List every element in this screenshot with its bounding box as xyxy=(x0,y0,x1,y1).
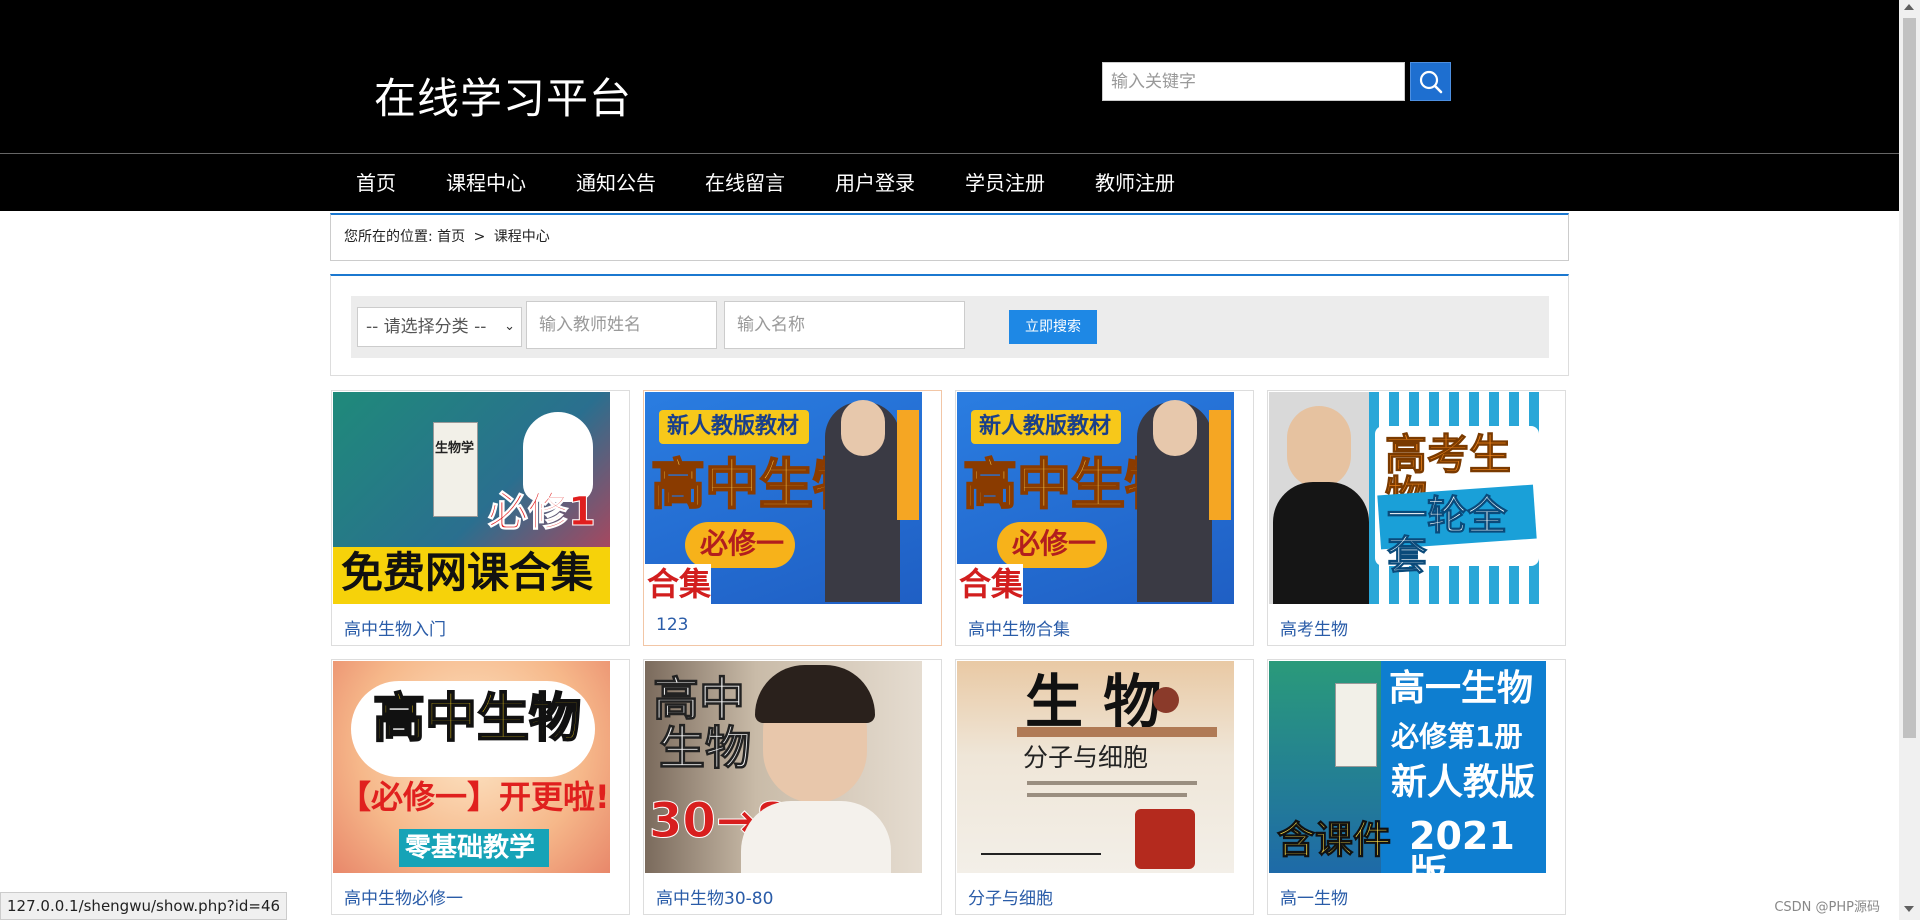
course-thumbnail: 新人教版教材 高中生物 必修一 合集 xyxy=(957,392,1234,604)
status-bar-url: 127.0.0.1/shengwu/show.php?id=46 xyxy=(0,892,288,920)
thumb-text: 必修一 xyxy=(700,527,785,560)
filter-bar: -- 请选择分类 -- ⌄ 立即搜索 xyxy=(351,296,1549,358)
thumb-text: 新人教版教材 xyxy=(979,414,1112,439)
thumb-text: 高中生物 xyxy=(372,689,582,749)
thumb-text: 新人教版教材 xyxy=(667,414,800,439)
course-thumbnail: 高一生物 必修第1册 新人教版 含课件 2021版 xyxy=(1269,661,1546,873)
site-logo[interactable]: 在线学习平台 xyxy=(374,65,632,126)
breadcrumb-current[interactable]: 课程中心 xyxy=(494,229,550,245)
thumb-text: 必修1 xyxy=(488,489,597,535)
thumb-text: 必修第1册 xyxy=(1391,720,1523,753)
course-title[interactable]: 高中生物必修一 xyxy=(344,884,463,909)
course-title[interactable]: 123 xyxy=(656,615,688,635)
course-card[interactable]: 生 物 分子与细胞 分子与细胞 xyxy=(955,659,1254,915)
search-icon xyxy=(1419,70,1442,93)
nav-home[interactable]: 首页 xyxy=(356,154,396,212)
course-title[interactable]: 分子与细胞 xyxy=(968,884,1053,909)
thumb-text: 新人教版 xyxy=(1391,762,1536,803)
keyword-search-button[interactable] xyxy=(1410,62,1451,101)
vertical-scrollbar[interactable] xyxy=(1899,0,1920,920)
scrollbar-thumb[interactable] xyxy=(1903,18,1916,738)
scroll-down-arrow-icon[interactable] xyxy=(1904,906,1914,912)
category-select-value: -- 请选择分类 -- xyxy=(366,317,487,337)
thumb-book-text: 生物学 xyxy=(435,441,475,456)
breadcrumb: 您所在的位置: 首页 > 课程中心 xyxy=(330,213,1569,261)
nav-messages[interactable]: 在线留言 xyxy=(705,154,785,212)
thumb-text: 生 物 xyxy=(1025,668,1162,736)
course-thumbnail: 高中生物 【必修一】开更啦! 零基础教学 xyxy=(333,661,610,873)
course-filter-panel: -- 请选择分类 -- ⌄ 立即搜索 xyxy=(330,274,1569,376)
course-card[interactable]: 高一生物 必修第1册 新人教版 含课件 2021版 高一生物 xyxy=(1267,659,1566,915)
course-card[interactable]: 高中 生物 30→80 高中生物30-80 xyxy=(643,659,942,915)
course-card[interactable]: 高考生物 一轮全套 高考生物 xyxy=(1267,390,1566,646)
teacher-name-input[interactable] xyxy=(526,301,717,349)
thumb-text: 免费网课合集 xyxy=(341,548,594,597)
thumb-text: 一轮全套 xyxy=(1387,493,1508,579)
course-name-input[interactable] xyxy=(724,301,965,349)
main-nav: 首页 课程中心 通知公告 在线留言 用户登录 学员注册 教师注册 xyxy=(0,153,1899,211)
course-card[interactable]: 新人教版教材 高中生物 必修一 合集 123 xyxy=(643,390,942,646)
site-header: 在线学习平台 xyxy=(0,0,1899,153)
course-thumbnail: 高中 生物 30→80 xyxy=(645,661,922,873)
course-title[interactable]: 高考生物 xyxy=(1280,615,1348,640)
course-title[interactable]: 高中生物30-80 xyxy=(656,884,773,909)
thumb-text: 含课件 xyxy=(1276,818,1392,862)
thumb-text: 合集 xyxy=(959,565,1024,603)
thumb-text: 分子与细胞 xyxy=(1023,743,1149,772)
course-thumbnail: 生 物 分子与细胞 xyxy=(957,661,1234,873)
thumb-text: 零基础教学 xyxy=(405,833,536,863)
course-card[interactable]: 生物学 必修1 免费网课合集 高中生物入门 xyxy=(331,390,630,646)
course-thumbnail: 新人教版教材 高中生物 必修一 合集 xyxy=(645,392,922,604)
nav-student-register[interactable]: 学员注册 xyxy=(965,154,1045,212)
course-card[interactable]: 高中生物 【必修一】开更啦! 零基础教学 高中生物必修一 xyxy=(331,659,630,915)
thumb-text: 必修一 xyxy=(1012,527,1097,560)
thumb-text: 2021版 xyxy=(1409,814,1515,873)
search-now-button[interactable]: 立即搜索 xyxy=(1009,310,1097,344)
course-card[interactable]: 新人教版教材 高中生物 必修一 合集 高中生物合集 xyxy=(955,390,1254,646)
course-title[interactable]: 高中生物入门 xyxy=(344,615,446,640)
course-title[interactable]: 高一生物 xyxy=(1280,884,1348,909)
nav-notices[interactable]: 通知公告 xyxy=(576,154,656,212)
course-thumbnail: 生物学 必修1 免费网课合集 xyxy=(333,392,610,604)
thumb-text: 高中 xyxy=(653,672,746,726)
scroll-up-arrow-icon[interactable] xyxy=(1904,4,1914,10)
breadcrumb-prefix: 您所在的位置: xyxy=(344,229,433,245)
watermark: CSDN @PHP源码 xyxy=(1774,900,1880,915)
nav-login[interactable]: 用户登录 xyxy=(835,154,915,212)
chevron-down-icon: ⌄ xyxy=(504,319,515,334)
nav-teacher-register[interactable]: 教师注册 xyxy=(1095,154,1175,212)
keyword-search-input[interactable] xyxy=(1102,62,1405,101)
thumb-text: 合集 xyxy=(647,565,712,603)
course-title[interactable]: 高中生物合集 xyxy=(968,615,1070,640)
thumb-text: 高一生物 xyxy=(1389,668,1534,709)
course-thumbnail: 高考生物 一轮全套 xyxy=(1269,392,1546,604)
category-select[interactable]: -- 请选择分类 -- ⌄ xyxy=(357,307,522,347)
thumb-text: 【必修一】开更啦! xyxy=(339,778,610,816)
nav-course-center[interactable]: 课程中心 xyxy=(446,154,526,212)
breadcrumb-separator: > xyxy=(473,229,486,245)
breadcrumb-home-link[interactable]: 首页 xyxy=(437,229,465,245)
thumb-text: 生物 xyxy=(659,721,752,775)
